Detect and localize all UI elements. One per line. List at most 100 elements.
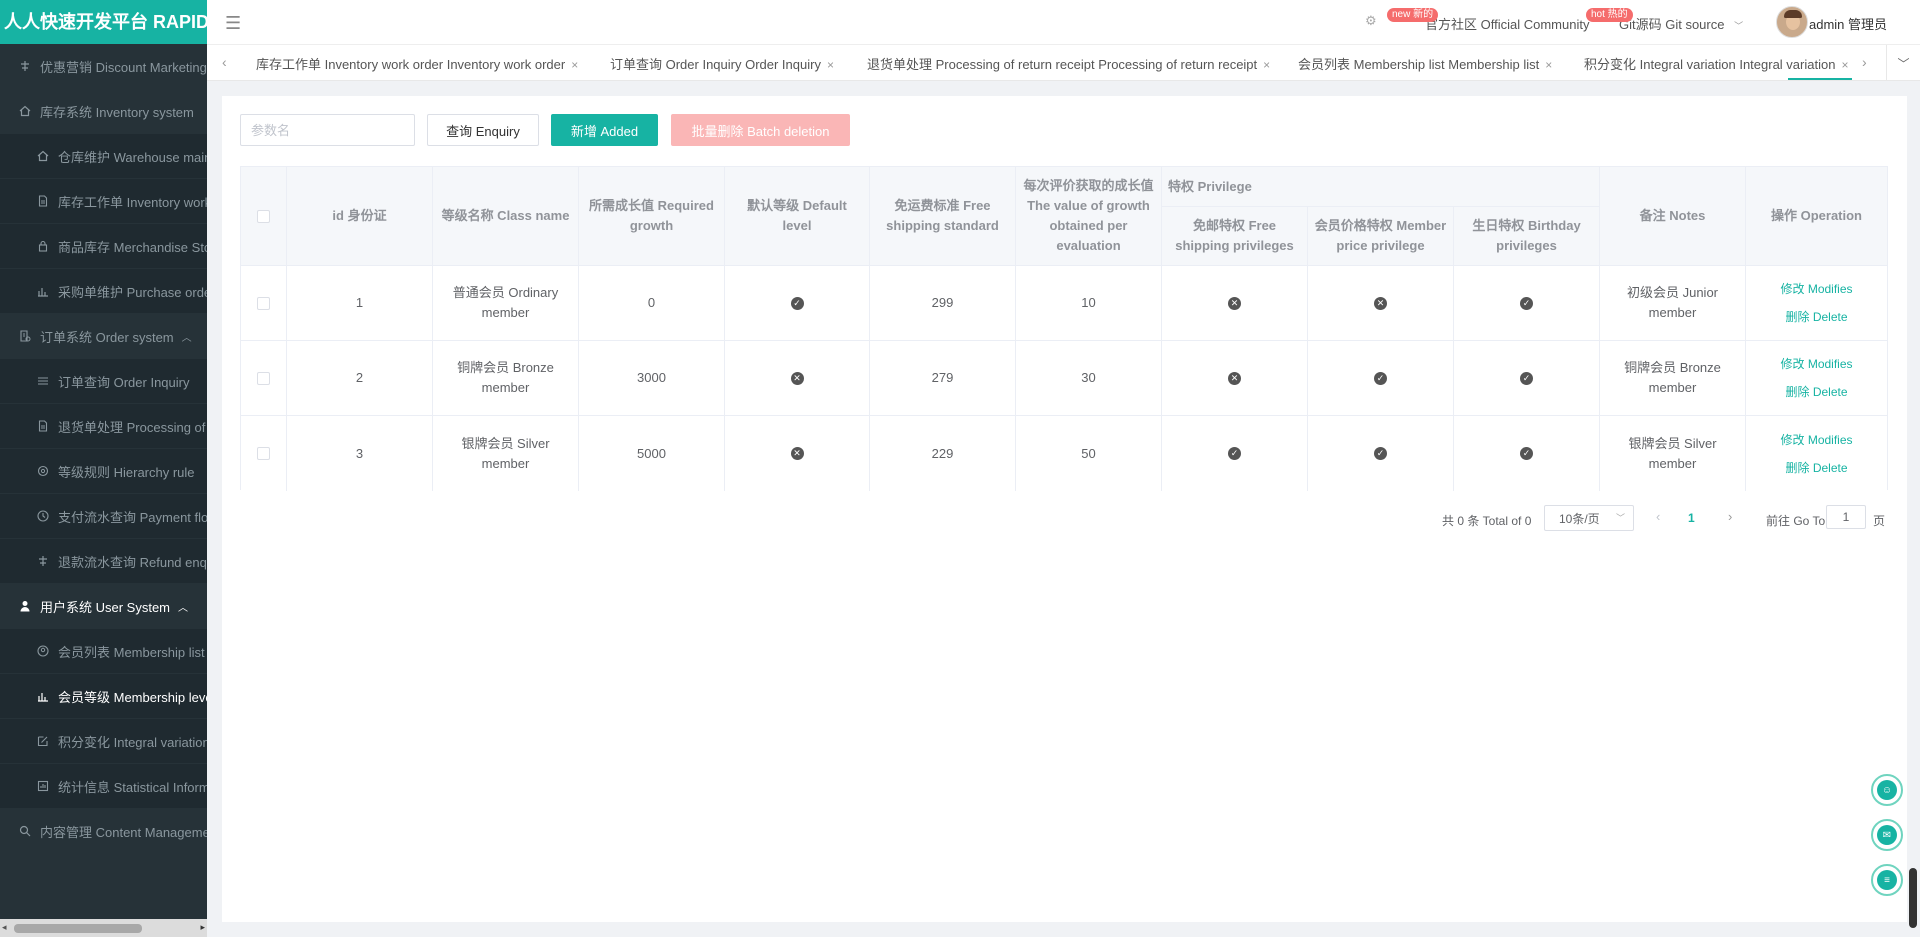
sidebar-item-hierarchy-rule[interactable]: 等级规则 Hierarchy rule xyxy=(0,449,207,493)
delete-link[interactable]: 删除 Delete xyxy=(1785,454,1847,482)
scrollbar-thumb[interactable] xyxy=(14,924,142,933)
tab-inventory-work-order[interactable]: 库存工作单 Inventory work order Inventory wor… xyxy=(256,54,578,73)
cell-id: 3 xyxy=(287,416,433,491)
sidebar-item-user-system[interactable]: 用户系统 User System ︿ xyxy=(0,584,207,628)
sidebar-horizontal-scrollbar[interactable]: ◂ ▸ xyxy=(0,919,207,937)
page-number-current[interactable]: 1 xyxy=(1688,511,1695,525)
user-name[interactable]: admin 管理员 xyxy=(1809,14,1887,33)
warehouse-icon xyxy=(36,149,50,163)
tab-integral-variation[interactable]: 积分变化 Integral variation Integral variati… xyxy=(1584,54,1848,73)
next-page-button[interactable]: › xyxy=(1728,509,1732,524)
cell-notes: 初级会员 Junior member xyxy=(1600,266,1746,341)
cell-default-level: ✕ xyxy=(725,341,870,416)
bar-chart-icon xyxy=(36,689,50,703)
cell-default-level: ✓ xyxy=(725,266,870,341)
cell-notes: 银牌会员 Silver member xyxy=(1600,416,1746,491)
stats-icon xyxy=(36,779,50,793)
lock-icon xyxy=(36,239,50,253)
discount-icon xyxy=(18,59,32,73)
sidebar-item-label: 等级规则 Hierarchy rule xyxy=(58,464,195,480)
tab-membership-list[interactable]: 会员列表 Membership list Membership list × xyxy=(1298,54,1552,73)
scroll-right-icon[interactable]: ▸ xyxy=(200,922,205,933)
add-button[interactable]: 新增 Added xyxy=(551,114,658,146)
sidebar-item-statistical-information[interactable]: 统计信息 Statistical Information xyxy=(0,764,207,808)
cell-id: 1 xyxy=(287,266,433,341)
sidebar-item-order-inquiry[interactable]: 订单查询 Order Inquiry xyxy=(0,359,207,403)
cell-member-price-privilege: ✕ xyxy=(1308,266,1454,341)
tab-label: 会员列表 Membership list Membership list xyxy=(1298,57,1540,72)
goto-label: 前往 Go To xyxy=(1766,514,1826,528)
new-badge: new 新的 xyxy=(1387,8,1439,22)
sidebar-item-merchandise-stock[interactable]: 商品库存 Merchandise Stock xyxy=(0,224,207,268)
sidebar-item-content-management[interactable]: 内容管理 Content Management xyxy=(0,809,207,853)
sidebar-item-integral-variation[interactable]: 积分变化 Integral variation xyxy=(0,719,207,763)
goto-page-input[interactable] xyxy=(1826,505,1866,529)
sidebar-item-inventory-system[interactable]: 库存系统 Inventory system xyxy=(0,89,207,133)
sidebar-item-label: 内容管理 Content Management xyxy=(40,824,207,840)
header-class-name: 等级名称 Class name xyxy=(433,167,579,266)
batch-delete-button[interactable]: 批量删除 Batch deletion xyxy=(671,114,850,146)
close-icon[interactable]: × xyxy=(1545,58,1552,72)
sidebar-item-order-system[interactable]: 订单系统 Order system ︿ xyxy=(0,314,207,358)
modify-link[interactable]: 修改 Modifies xyxy=(1780,350,1852,378)
menu-toggle-icon[interactable]: ☰ xyxy=(225,13,241,34)
sidebar-item-purchase-order[interactable]: 采购单维护 Purchase order xyxy=(0,269,207,313)
cell-growth-per-review: 50 xyxy=(1016,416,1162,491)
search-icon xyxy=(18,824,32,838)
header-id: id 身份证 xyxy=(287,167,433,266)
close-icon[interactable]: × xyxy=(1263,58,1270,72)
sidebar-item-membership-list[interactable]: 会员列表 Membership list xyxy=(0,629,207,673)
header-member-price-privilege: 会员价格特权 Member price privilege xyxy=(1308,207,1454,266)
member-icon xyxy=(36,644,50,658)
delete-link[interactable]: 删除 Delete xyxy=(1785,378,1847,406)
sidebar-item-membership-level[interactable]: 会员等级 Membership level xyxy=(0,674,207,718)
page-size-select[interactable]: 10条/页 ﹀ xyxy=(1544,505,1634,531)
feedback-button[interactable]: ≡ xyxy=(1871,864,1903,896)
brand-logo[interactable]: 人人快速开发平台 RAPID xyxy=(0,0,207,44)
order-icon xyxy=(18,329,32,343)
row-checkbox[interactable] xyxy=(257,447,270,460)
modify-link[interactable]: 修改 Modifies xyxy=(1780,275,1852,303)
avatar[interactable] xyxy=(1776,6,1808,38)
header-free-shipping-privileges: 免邮特权 Free shipping privileges xyxy=(1162,207,1308,266)
sidebar-item-payment-flow[interactable]: 支付流水查询 Payment flow xyxy=(0,494,207,538)
tab-more-dropdown[interactable]: ﹀ xyxy=(1886,45,1920,81)
tab-return-receipt[interactable]: 退货单处理 Processing of return receipt Proce… xyxy=(867,54,1270,73)
tab-order-inquiry[interactable]: 订单查询 Order Inquiry Order Inquiry × xyxy=(610,54,834,73)
row-checkbox[interactable] xyxy=(257,371,270,385)
modify-link[interactable]: 修改 Modifies xyxy=(1780,426,1852,454)
close-icon[interactable]: × xyxy=(571,58,578,72)
select-all-checkbox[interactable] xyxy=(257,209,270,223)
sidebar-item-label: 用户系统 User System xyxy=(40,599,171,615)
cell-free-shipping-privileges: ✕ xyxy=(1162,266,1308,341)
message-button[interactable]: ✉ xyxy=(1871,819,1903,851)
param-name-input[interactable] xyxy=(240,114,415,146)
delete-link[interactable]: 删除 Delete xyxy=(1785,303,1847,331)
official-community-link[interactable]: new 新的 官方社区 Official Community xyxy=(1387,8,1589,33)
sidebar-item-warehouse-maintenance[interactable]: 仓库维护 Warehouse maintenance xyxy=(0,134,207,178)
close-icon[interactable]: × xyxy=(1841,58,1848,72)
cell-default-level: ✕ xyxy=(725,416,870,491)
prev-page-button[interactable]: ‹ xyxy=(1656,509,1660,524)
row-checkbox[interactable] xyxy=(257,296,270,310)
page-size-value: 10条/页 xyxy=(1559,511,1600,526)
customer-service-button[interactable]: ☺ xyxy=(1871,774,1903,806)
sidebar-item-refund-enquiry[interactable]: 退款流水查询 Refund enquiry xyxy=(0,539,207,583)
right-edge-scrollbar[interactable] xyxy=(1909,868,1917,928)
settings-gear-icon[interactable]: ⚙ xyxy=(1365,13,1377,29)
git-source-link[interactable]: hot 热的 Git源码 Git source ﹀ xyxy=(1586,8,1743,33)
tab-scroll-right-icon[interactable]: › xyxy=(1862,54,1867,70)
discount-icon xyxy=(36,554,50,568)
sidebar-item-inventory-work-order[interactable]: 库存工作单 Inventory work order xyxy=(0,179,207,223)
tab-bar: ‹ 库存工作单 Inventory work order Inventory w… xyxy=(207,45,1920,81)
query-button[interactable]: 查询 Enquiry xyxy=(427,114,539,146)
scroll-left-icon[interactable]: ◂ xyxy=(2,922,7,933)
cell-free-shipping-standard: 299 xyxy=(870,266,1016,341)
chevron-up-icon: ︿ xyxy=(181,332,192,344)
close-icon[interactable]: × xyxy=(827,58,834,72)
sidebar-item-return-receipt[interactable]: 退货单处理 Processing of return receipt xyxy=(0,404,207,448)
document-icon: ≡ xyxy=(1877,870,1897,890)
tab-scroll-left-icon[interactable]: ‹ xyxy=(222,54,227,70)
sidebar-item-discount-marketing[interactable]: 优惠营销 Discount Marketing xyxy=(0,44,207,88)
sidebar-item-label: 退款流水查询 Refund enquiry xyxy=(58,554,207,570)
